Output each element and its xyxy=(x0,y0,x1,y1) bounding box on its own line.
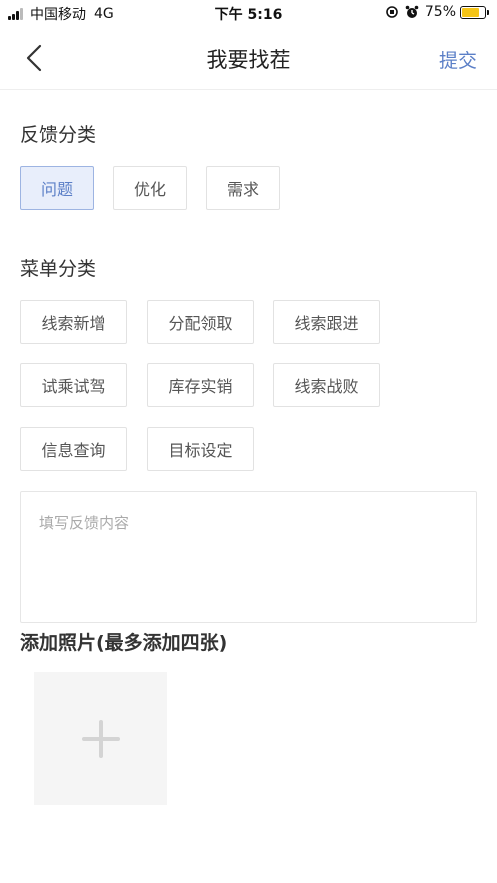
status-right: 75% xyxy=(385,4,489,20)
alarm-icon xyxy=(405,5,419,18)
menu-category-title: 菜单分类 xyxy=(20,258,97,280)
menu-option-target-setting[interactable]: 目标设定 xyxy=(147,427,254,471)
page-title: 我要找茬 xyxy=(206,48,291,72)
battery-icon xyxy=(460,5,489,19)
status-bar: 中国移动 4G 下午 5:16 75% xyxy=(0,0,497,26)
menu-option-info-query[interactable]: 信息查询 xyxy=(20,427,127,471)
plus-icon xyxy=(81,719,120,758)
menu-option-inventory-sales[interactable]: 库存实销 xyxy=(147,363,254,407)
menu-option-lead-lost[interactable]: 线索战败 xyxy=(273,363,380,407)
menu-option-test-drive[interactable]: 试乘试驾 xyxy=(20,363,127,407)
menu-option-lead-add[interactable]: 线索新增 xyxy=(20,300,127,344)
feedback-option-issue[interactable]: 问题 xyxy=(20,166,94,210)
feedback-input[interactable] xyxy=(20,491,477,623)
nav-bar: 我要找茬 提交 xyxy=(0,26,497,90)
add-photo-button[interactable] xyxy=(34,672,167,805)
battery-percent: 75% xyxy=(424,4,456,20)
orientation-lock-icon xyxy=(386,6,398,18)
feedback-option-request[interactable]: 需求 xyxy=(206,166,280,210)
chevron-left-icon xyxy=(26,44,42,72)
back-button[interactable] xyxy=(18,42,50,74)
menu-option-assign-claim[interactable]: 分配领取 xyxy=(147,300,254,344)
add-photos-title: 添加照片(最多添加四张) xyxy=(20,632,228,654)
submit-button[interactable]: 提交 xyxy=(439,46,477,73)
feedback-option-optimize[interactable]: 优化 xyxy=(113,166,187,210)
menu-option-lead-follow[interactable]: 线索跟进 xyxy=(273,300,380,344)
battery-fill xyxy=(462,7,479,17)
feedback-category-title: 反馈分类 xyxy=(20,124,97,146)
